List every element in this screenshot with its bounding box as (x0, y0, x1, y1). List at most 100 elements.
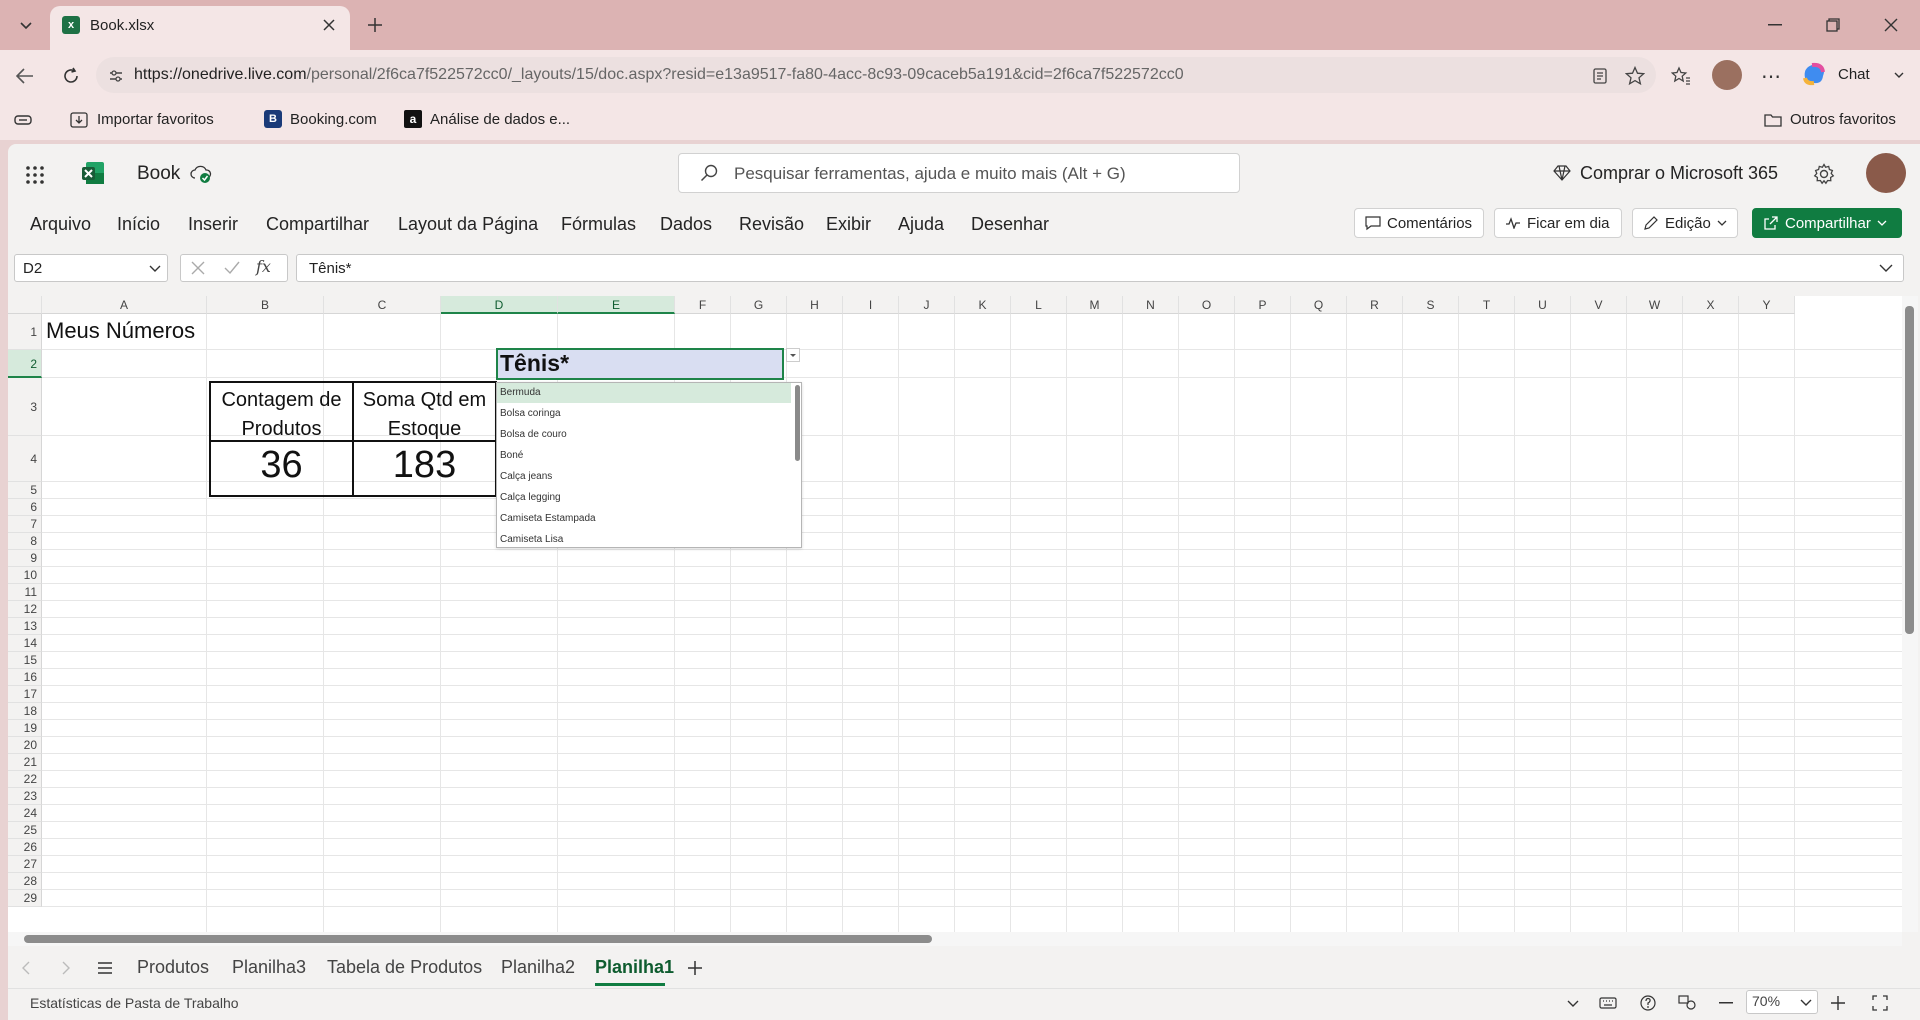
column-header-h[interactable]: H (787, 296, 843, 314)
help-icon[interactable] (1638, 994, 1658, 1012)
row-header-16[interactable]: 16 (8, 669, 42, 686)
other-favorites[interactable]: Outros favoritos (1790, 111, 1896, 128)
dropdown-item[interactable]: Boné (500, 450, 523, 461)
row-header-3[interactable]: 3 (8, 378, 42, 436)
column-header-g[interactable]: G (731, 296, 787, 314)
row-header-10[interactable]: 10 (8, 567, 42, 584)
fullscreen-icon[interactable] (1870, 994, 1890, 1012)
accessibility-icon[interactable] (1676, 994, 1698, 1012)
row-header-2[interactable]: 2 (8, 350, 42, 378)
column-header-b[interactable]: B (207, 296, 324, 314)
name-box[interactable]: D2 (14, 254, 168, 282)
row-header-8[interactable]: 8 (8, 533, 42, 550)
column-header-o[interactable]: O (1179, 296, 1235, 314)
row-header-21[interactable]: 21 (8, 754, 42, 771)
row-header-19[interactable]: 19 (8, 720, 42, 737)
row-header-9[interactable]: 9 (8, 550, 42, 567)
expand-formula-icon[interactable] (1876, 258, 1896, 278)
row-header-5[interactable]: 5 (8, 482, 42, 499)
app-launcher-icon[interactable] (20, 160, 50, 190)
row-header-4[interactable]: 4 (8, 436, 42, 482)
prev-sheet-icon[interactable] (16, 958, 36, 978)
column-header-n[interactable]: N (1123, 296, 1179, 314)
menu-inicio[interactable]: Início (117, 214, 160, 235)
comments-button[interactable]: Comentários (1354, 208, 1484, 238)
column-header-a[interactable]: A (42, 296, 207, 314)
row-header-28[interactable]: 28 (8, 873, 42, 890)
row-header-12[interactable]: 12 (8, 601, 42, 618)
formula-input[interactable]: Tênis* (296, 254, 1904, 282)
column-header-d[interactable]: D (441, 296, 558, 314)
chat-label[interactable]: Chat (1838, 66, 1870, 83)
name-box-chevron-icon[interactable] (146, 258, 164, 278)
row-header-25[interactable]: 25 (8, 822, 42, 839)
collections-icon[interactable] (12, 110, 34, 130)
more-options-icon[interactable]: ⋯ (1758, 63, 1784, 89)
cell-c4[interactable]: 183 (354, 444, 495, 487)
column-header-f[interactable]: F (675, 296, 731, 314)
menu-arquivo[interactable]: Arquivo (30, 214, 91, 235)
row-header-27[interactable]: 27 (8, 856, 42, 873)
menu-inserir[interactable]: Inserir (188, 214, 238, 235)
site-info-icon[interactable] (106, 66, 126, 86)
settings-gear-icon[interactable] (1810, 160, 1838, 188)
next-sheet-icon[interactable] (56, 958, 76, 978)
reader-mode-icon[interactable] (1588, 64, 1612, 88)
cancel-icon[interactable] (188, 258, 208, 278)
menu-desenhar[interactable]: Desenhar (971, 214, 1049, 235)
saved-cloud-icon[interactable] (190, 164, 212, 186)
row-header-20[interactable]: 20 (8, 737, 42, 754)
bookmark-import-favorites[interactable]: Importar favoritos (97, 111, 214, 128)
row-header-29[interactable]: 29 (8, 890, 42, 907)
tab-list-icon[interactable] (10, 10, 42, 40)
column-header-p[interactable]: P (1235, 296, 1291, 314)
dropdown-scrollbar[interactable] (795, 385, 800, 461)
column-header-k[interactable]: K (955, 296, 1011, 314)
minimize-icon[interactable] (1760, 10, 1790, 40)
cell-b3[interactable]: Contagem de Produtos (211, 386, 352, 444)
validation-dropdown-list[interactable]: Bermuda Bolsa coringa Bolsa de couro Bon… (496, 382, 802, 548)
editing-mode-button[interactable]: Edição (1632, 208, 1738, 238)
bookmark-analise-de-dados[interactable]: Análise de dados e... (430, 111, 570, 128)
zoom-in-icon[interactable] (1828, 994, 1848, 1012)
dropdown-item[interactable]: Bolsa coringa (500, 408, 561, 419)
row-header-17[interactable]: 17 (8, 686, 42, 703)
buy-microsoft-365[interactable]: Comprar o Microsoft 365 (1580, 163, 1778, 184)
column-header-l[interactable]: L (1011, 296, 1067, 314)
enter-check-icon[interactable] (222, 258, 242, 278)
dropdown-item[interactable]: Bolsa de couro (500, 429, 567, 440)
bookmark-booking[interactable]: Booking.com (290, 111, 377, 128)
cell-a1[interactable]: Meus Números (46, 318, 195, 344)
row-header-26[interactable]: 26 (8, 839, 42, 856)
column-header-r[interactable]: R (1347, 296, 1403, 314)
menu-revisao[interactable]: Revisão (739, 214, 804, 235)
column-header-i[interactable]: I (843, 296, 899, 314)
search-placeholder[interactable]: Pesquisar ferramentas, ajuda e muito mai… (734, 164, 1126, 184)
row-header-13[interactable]: 13 (8, 618, 42, 635)
add-sheet-icon[interactable] (684, 957, 706, 979)
close-window-icon[interactable] (1876, 10, 1906, 40)
row-header-11[interactable]: 11 (8, 584, 42, 601)
column-header-m[interactable]: M (1067, 296, 1123, 314)
row-header-23[interactable]: 23 (8, 788, 42, 805)
document-title[interactable]: Book (137, 163, 180, 185)
vertical-scrollbar-thumb[interactable] (1905, 306, 1914, 634)
column-header-q[interactable]: Q (1291, 296, 1347, 314)
select-all-corner[interactable] (8, 296, 42, 314)
workbook-statistics[interactable]: Estatísticas de Pasta de Trabalho (30, 995, 239, 1011)
column-header-e[interactable]: E (558, 296, 675, 314)
worksheet-grid[interactable]: A B C D E F G H I J K L M N O P Q R S T U V W X Y 1 2 3 4 5 6 7 8 9 10 11 12… (8, 296, 1902, 932)
dropdown-item[interactable]: Bermuda (500, 387, 541, 398)
sheet-tab-produtos[interactable]: Produtos (137, 957, 209, 978)
restore-icon[interactable] (1818, 10, 1848, 40)
column-header-u[interactable]: U (1515, 296, 1571, 314)
validation-dropdown-arrow-icon[interactable] (786, 348, 800, 362)
cell-c3[interactable]: Soma Qtd em Estoque (354, 386, 495, 444)
dropdown-item[interactable]: Calça jeans (500, 471, 552, 482)
favorites-icon[interactable] (1668, 63, 1694, 89)
close-tab-icon[interactable] (318, 14, 340, 36)
sheet-tab-planilha3[interactable]: Planilha3 (232, 957, 306, 978)
url-text[interactable]: https://onedrive.live.com/personal/2f6ca… (134, 66, 1184, 84)
zoom-out-icon[interactable] (1716, 994, 1736, 1012)
row-header-22[interactable]: 22 (8, 771, 42, 788)
